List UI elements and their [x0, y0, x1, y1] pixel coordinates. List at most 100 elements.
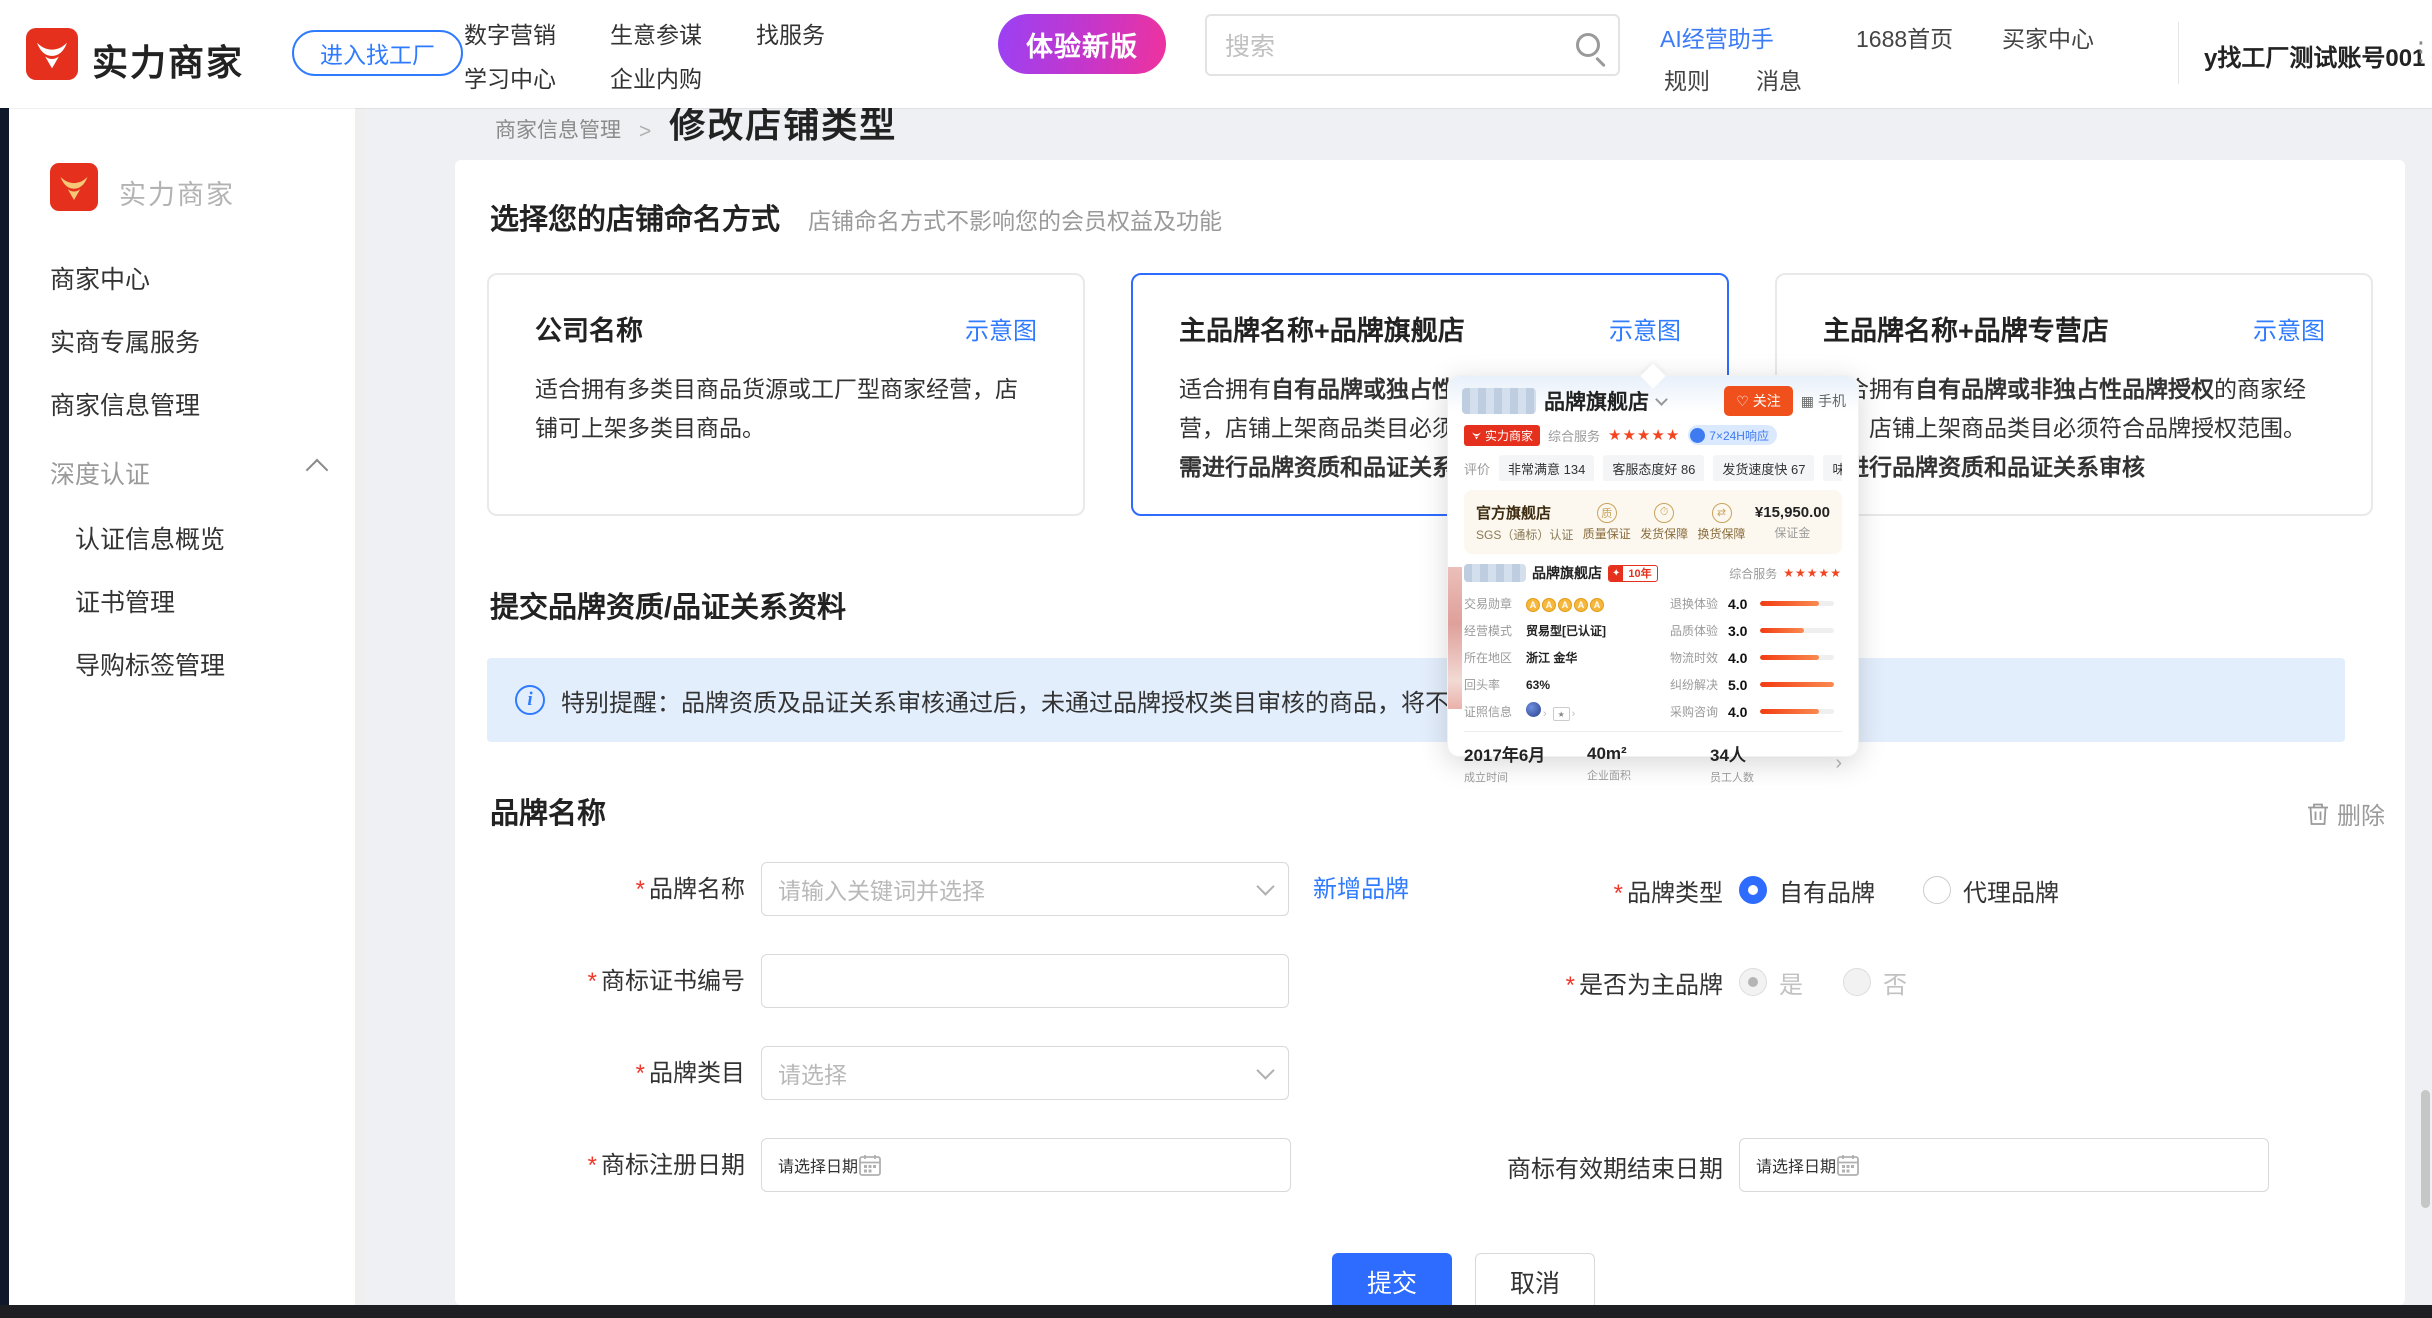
license-seal-icon — [1526, 702, 1541, 717]
sidebar-item-guide-label-mgmt[interactable]: 导购标签管理 — [75, 646, 225, 682]
blurred-store-name — [1464, 564, 1526, 582]
sidebar-item-merchant-info[interactable]: 商家信息管理 — [50, 386, 200, 422]
radio-own-brand[interactable] — [1739, 876, 1767, 904]
breadcrumb: 商家信息管理 > 修改店铺类型 — [495, 108, 1395, 152]
card-main-brand-franchise[interactable]: 主品牌名称+品牌专营店 示意图 适合拥有自有品牌或非独占性品牌授权的商家经营，店… — [1775, 273, 2373, 516]
nav-ai-assistant[interactable]: AI经营助手 — [1660, 20, 1774, 54]
brand-name-select[interactable]: 请输入关键词并选择 — [761, 862, 1289, 916]
stat-value: 2017年6月 — [1464, 746, 1545, 765]
breadcrumb-parent[interactable]: 商家信息管理 — [495, 114, 621, 148]
radio-own-brand-label[interactable]: 自有品牌 — [1779, 873, 1875, 908]
review-tag[interactable]: 发货速度快 67 — [1713, 455, 1814, 481]
sidebar-scrollbar[interactable] — [355, 108, 365, 1305]
brand-name-placeholder: 请输入关键词并选择 — [778, 872, 1259, 906]
page-title: 修改店铺类型 — [669, 108, 897, 148]
cert-no-input[interactable] — [761, 954, 1289, 1008]
notice-banner: i 特别提醒：品牌资质及品证关系审核通过后，未通过品牌授权类目审核的商品，将不 — [487, 658, 2345, 742]
score-bar — [1760, 601, 1834, 606]
qr-code-icon: ▦ — [1801, 393, 1814, 410]
brand-title: 实力商家 — [92, 34, 244, 86]
delete-brand-button[interactable]: 删除 — [2307, 796, 2385, 831]
sidebar-item-certificate-mgmt[interactable]: 证书管理 — [75, 583, 175, 619]
naming-subtitle: 店铺命名方式不影响您的会员权益及功能 — [808, 208, 1222, 234]
diagram-link[interactable]: 示意图 — [1609, 311, 1681, 346]
search-placeholder: 搜索 — [1225, 27, 1576, 63]
account-more-icon[interactable]: ⋮ — [2408, 36, 2432, 67]
chevron-right-icon[interactable]: › — [1835, 752, 1842, 775]
feature-quality: 质质量保证 — [1583, 503, 1631, 542]
score-value: 5.0 — [1728, 677, 1760, 693]
exchange-icon: ⇄ — [1712, 503, 1732, 523]
brand-logo-icon — [26, 28, 78, 80]
account-name[interactable]: y找工厂测试账号001 — [2204, 38, 2425, 73]
clock-icon: ⏱ — [1654, 503, 1674, 523]
divider — [1464, 731, 1842, 732]
flagship-banner: 官方旗舰店 SGS（通标）认证 质质量保证 ⏱发货保障 ⇄换货保障 ¥15,95… — [1464, 490, 1842, 554]
radio-agent-brand-label[interactable]: 代理品牌 — [1963, 873, 2059, 908]
nav-business-advisor[interactable]: 生意参谋 — [610, 16, 702, 50]
nav-learning-center[interactable]: 学习中心 — [464, 60, 556, 94]
expire-date-input[interactable]: 请选择日期 — [1739, 1138, 2269, 1192]
diagram-link[interactable]: 示意图 — [2253, 311, 2325, 346]
category-select[interactable]: 请选择 — [761, 1046, 1289, 1100]
label-text: 品牌类型 — [1627, 880, 1723, 907]
score-label: 品质体验 — [1670, 622, 1728, 639]
review-tag[interactable]: 非常满意 134 — [1499, 455, 1594, 481]
card-description: 适合拥有自有品牌或非独占性品牌授权的商家经营，店铺上架商品类目必须符合品牌授权范… — [1823, 370, 2325, 487]
score-label: 物流时效 — [1670, 649, 1728, 666]
sidebar-item-exclusive-services[interactable]: 实商专属服务 — [50, 323, 200, 359]
try-new-version-button[interactable]: 体验新版 — [998, 14, 1166, 74]
info-value: 贸易型[已认证] — [1526, 622, 1606, 639]
sidebar-group-deep-certification[interactable]: 深度认证 — [50, 455, 150, 491]
store-stats-row: 2017年6月成立时间 40m²企业面积 34人员工人数 › — [1464, 741, 1842, 785]
label-text: 是否为主品牌 — [1579, 972, 1723, 999]
nav-enterprise-purchase[interactable]: 企业内购 — [610, 60, 702, 94]
main-brand-label: *是否为主品牌 — [1355, 965, 1723, 1000]
cancel-button[interactable]: 取消 — [1475, 1253, 1595, 1311]
nav-buyer-center[interactable]: 买家中心 — [2002, 20, 2094, 54]
nav-1688-home[interactable]: 1688首页 — [1856, 20, 1953, 54]
chevron-up-icon[interactable] — [306, 459, 329, 482]
search-input[interactable]: 搜索 — [1205, 14, 1620, 76]
radio-no-label: 否 — [1883, 965, 1907, 1000]
nav-rules[interactable]: 规则 — [1664, 62, 1710, 96]
follow-button[interactable]: ♡关注 — [1724, 386, 1793, 416]
reg-date-input[interactable]: 请选择日期 — [761, 1138, 1291, 1192]
review-tag[interactable]: 味道不错 58 — [1823, 455, 1842, 481]
card-description: 适合拥有多类目商品货源或工厂型商家经营，店铺可上架多类目商品。 — [535, 370, 1037, 448]
quality-icon: 质 — [1597, 503, 1617, 523]
info-label: 所在地区 — [1464, 649, 1526, 666]
nav-find-service[interactable]: 找服务 — [756, 16, 825, 50]
review-label: 评价 — [1464, 459, 1490, 478]
nav-messages[interactable]: 消息 — [1756, 62, 1802, 96]
radio-agent-brand[interactable] — [1923, 876, 1951, 904]
deposit-label: 保证金 — [1755, 524, 1830, 541]
naming-option-cards: 公司名称 示意图 适合拥有多类目商品货源或工厂型商家经营，店铺可上架多类目商品。… — [487, 273, 2373, 516]
response-icon — [1690, 428, 1705, 443]
chevron-down-icon — [1655, 393, 1668, 406]
score-bar — [1760, 709, 1834, 714]
mobile-qr-group[interactable]: ▦手机 — [1801, 391, 1846, 411]
review-tag[interactable]: 客服态度好 86 — [1603, 455, 1704, 481]
deposit-amount: ¥15,950.00 — [1755, 504, 1830, 521]
score-label: 退换体验 — [1670, 595, 1728, 612]
stat-label: 企业面积 — [1587, 767, 1710, 783]
stat-value: 34人 — [1710, 746, 1746, 765]
search-icon[interactable] — [1576, 33, 1600, 57]
page-scrollbar[interactable] — [2421, 1090, 2430, 1208]
required-mark: * — [636, 876, 645, 903]
card-company-name[interactable]: 公司名称 示意图 适合拥有多类目商品货源或工厂型商家经营，店铺可上架多类目商品。 — [487, 273, 1085, 516]
license-icons[interactable]: ›★› — [1526, 702, 1581, 722]
submit-button[interactable]: 提交 — [1332, 1253, 1452, 1311]
sidebar-item-merchant-center[interactable]: 商家中心 — [50, 260, 150, 296]
qualification-section-title: 提交品牌资质/品证关系资料 — [490, 584, 846, 626]
enter-factory-button[interactable]: 进入找工厂 — [292, 30, 463, 76]
years-badge: ✦10年 — [1608, 565, 1658, 582]
diagram-link[interactable]: 示意图 — [965, 311, 1037, 346]
category-label: *品牌类目 — [455, 1046, 745, 1102]
sidebar-item-cert-overview[interactable]: 认证信息概览 — [75, 520, 225, 556]
nav-digital-marketing[interactable]: 数字营销 — [464, 16, 556, 50]
score-value: 4.0 — [1728, 704, 1760, 720]
star-rating: ★★★★★ — [1608, 426, 1680, 444]
content-panel: 选择您的店铺命名方式店铺命名方式不影响您的会员权益及功能 公司名称 示意图 适合… — [455, 160, 2405, 1305]
